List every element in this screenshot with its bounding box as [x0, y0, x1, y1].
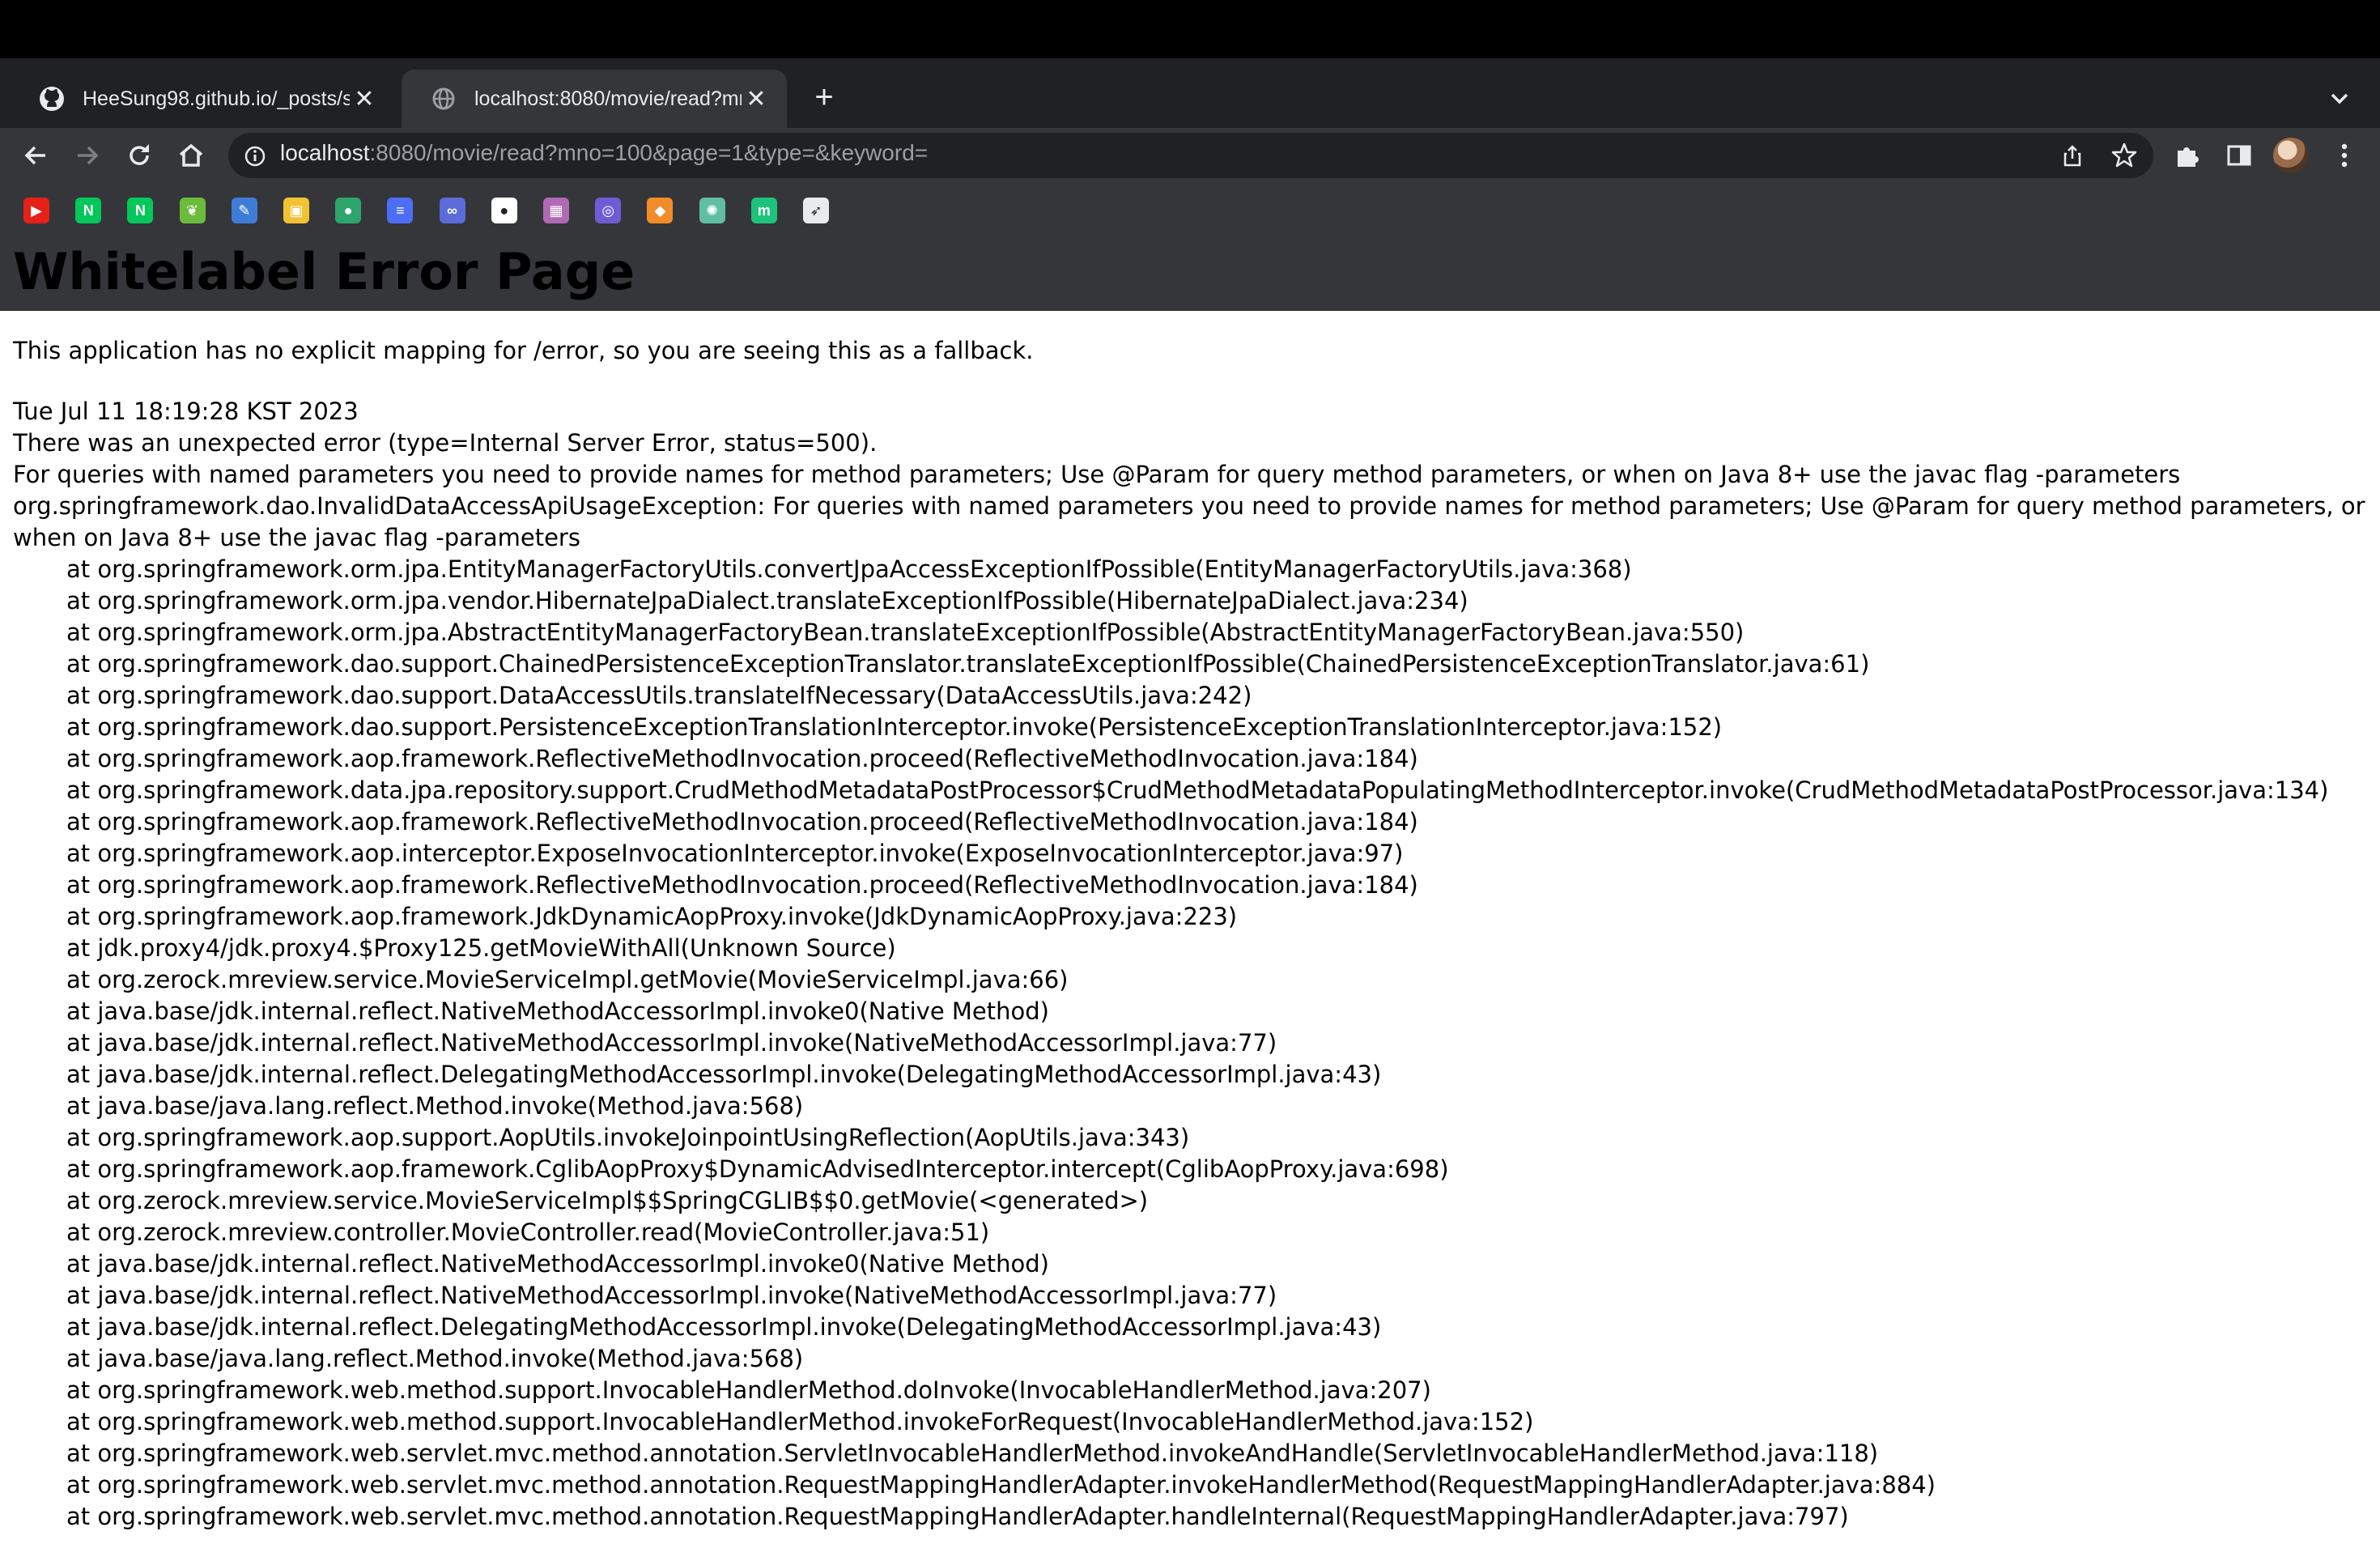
url-text[interactable]: localhost:8080/movie/read?mno=100&page=1…	[280, 140, 928, 166]
bookmark-cube-icon[interactable]: ◆	[647, 198, 674, 223]
error-summary: There was an unexpected error (type=Inte…	[13, 429, 878, 457]
stack-frame: at java.base/jdk.internal.reflect.Delega…	[66, 1061, 1382, 1089]
tab-search-chevron-icon[interactable]	[2325, 84, 2354, 113]
back-button[interactable]	[19, 139, 52, 172]
profile-avatar[interactable]	[2273, 138, 2309, 173]
stack-frame: at java.base/jdk.internal.reflect.Native…	[66, 1282, 1277, 1310]
error-timestamp: Tue Jul 11 18:19:28 KST 2023	[13, 398, 359, 426]
stack-frame: at org.springframework.web.method.suppor…	[66, 1408, 1534, 1436]
tab-github-post[interactable]: HeeSung98.github.io/_posts/st ✕	[10, 70, 395, 128]
url-path: :8080/movie/read?mno=100&page=1&type=&ke…	[369, 140, 929, 165]
bookmark-naver-icon[interactable]: N	[127, 198, 154, 223]
url-host: localhost	[280, 140, 370, 165]
stack-frame: at org.springframework.aop.framework.Ref…	[66, 871, 1418, 899]
stack-frame: at java.base/jdk.internal.reflect.Native…	[66, 1250, 1049, 1278]
stack-frame: at org.springframework.dao.support.DataA…	[66, 682, 1252, 710]
page-title: Whitelabel Error Page	[13, 242, 635, 301]
menu-kebab-icon[interactable]	[2328, 139, 2361, 172]
stack-frame: at org.zerock.mreview.controller.MovieCo…	[66, 1218, 990, 1247]
bookmark-m-icon[interactable]: m	[750, 198, 777, 223]
home-button[interactable]	[175, 139, 207, 172]
tab-localhost-movie-read[interactable]: localhost:8080/movie/read?mno ✕	[402, 70, 787, 128]
stack-frame: at org.springframework.web.servlet.mvc.m…	[66, 1440, 1879, 1468]
stack-frame: at org.springframework.aop.framework.Ref…	[66, 745, 1418, 773]
bookmark-feather-icon[interactable]: ✎	[231, 198, 257, 223]
bookmark-camera-icon[interactable]: ◎	[595, 198, 622, 223]
stack-trace: org.springframework.dao.InvalidDataAcces…	[13, 491, 2367, 1533]
stack-frame: at org.zerock.mreview.service.MovieServi…	[66, 1187, 1149, 1215]
close-tab-button[interactable]: ✕	[348, 83, 380, 115]
stack-frame: at org.springframework.aop.interceptor.E…	[66, 840, 1404, 868]
tab-title: localhost:8080/movie/read?mno	[474, 87, 742, 110]
globe-icon	[431, 86, 457, 112]
bookmark-photo-icon[interactable]: ▦	[543, 198, 569, 223]
bookmark-image-icon[interactable]: ▣	[283, 198, 309, 223]
tab-title: HeeSung98.github.io/_posts/st	[83, 87, 350, 110]
stack-frame: at org.springframework.aop.framework.Jdk…	[66, 903, 1238, 931]
site-info-icon[interactable]	[243, 144, 267, 168]
bookmark-ohou-icon[interactable]: ≡	[387, 198, 414, 223]
bookmark-github-icon[interactable]: ●	[491, 198, 517, 223]
bookmark-leaf-icon[interactable]: ❦	[179, 198, 206, 223]
stack-frame: at org.springframework.orm.jpa.EntityMan…	[66, 555, 1632, 584]
stack-frame: at org.springframework.orm.jpa.AbstractE…	[66, 619, 1745, 647]
stack-frame: at java.base/java.lang.reflect.Method.in…	[66, 1345, 804, 1373]
stack-frame: at org.springframework.web.method.suppor…	[66, 1376, 1431, 1405]
stack-frame: at org.springframework.web.servlet.mvc.m…	[66, 1471, 1936, 1499]
github-icon	[39, 86, 65, 112]
exception-line: org.springframework.dao.InvalidDataAcces…	[13, 492, 2365, 552]
stack-frame: at jdk.proxy4/jdk.proxy4.$Proxy125.getMo…	[66, 934, 896, 963]
stack-frame: at org.springframework.data.jpa.reposito…	[66, 776, 2329, 805]
bookmark-naver-icon[interactable]: N	[75, 198, 102, 223]
bookmark-bird-icon[interactable]: ➶	[803, 198, 829, 223]
stack-frame: at org.springframework.aop.support.AopUt…	[66, 1124, 1190, 1152]
stack-frame: at org.springframework.aop.framework.Ref…	[66, 808, 1418, 836]
close-tab-button[interactable]: ✕	[740, 83, 772, 115]
bookmark-star-icon[interactable]	[2110, 141, 2139, 170]
stack-frame: at org.springframework.dao.support.Persi…	[66, 713, 1723, 742]
stack-frame: at java.base/jdk.internal.reflect.Delega…	[66, 1313, 1382, 1342]
fallback-message: This application has no explicit mapping…	[13, 337, 1034, 365]
bookmark-openai-icon[interactable]: ✺	[699, 198, 725, 223]
stack-frame: at java.base/jdk.internal.reflect.Native…	[66, 1029, 1277, 1057]
new-tab-button[interactable]: +	[806, 79, 842, 115]
share-icon[interactable]	[2058, 141, 2087, 170]
forward-button[interactable]	[71, 139, 104, 172]
bookmark-youtube-icon[interactable]: ▶	[23, 198, 49, 223]
os-menu-bar	[0, 0, 2380, 58]
stack-frame: at java.base/java.lang.reflect.Method.in…	[66, 1092, 804, 1121]
bookmark-chatbot-icon[interactable]: ●	[335, 198, 362, 223]
stack-frame: at org.springframework.orm.jpa.vendor.Hi…	[66, 587, 1468, 615]
stack-frame: at org.springframework.aop.framework.Cgl…	[66, 1155, 1449, 1184]
stack-frame: at org.zerock.mreview.service.MovieServi…	[66, 966, 1069, 994]
error-detail: For queries with named parameters you ne…	[13, 461, 2181, 489]
side-panel-icon[interactable]	[2223, 139, 2255, 172]
reload-button[interactable]	[123, 139, 155, 172]
stack-frame: at org.springframework.web.servlet.mvc.m…	[66, 1503, 1849, 1531]
bookmark-owl-icon[interactable]: ∞	[439, 198, 465, 223]
stack-frame: at java.base/jdk.internal.reflect.Native…	[66, 997, 1049, 1026]
extensions-puzzle-icon[interactable]	[2171, 139, 2204, 172]
page-content: Whitelabel Error Page This application h…	[13, 236, 2367, 1533]
stack-frame: at org.springframework.dao.support.Chain…	[66, 650, 1870, 678]
